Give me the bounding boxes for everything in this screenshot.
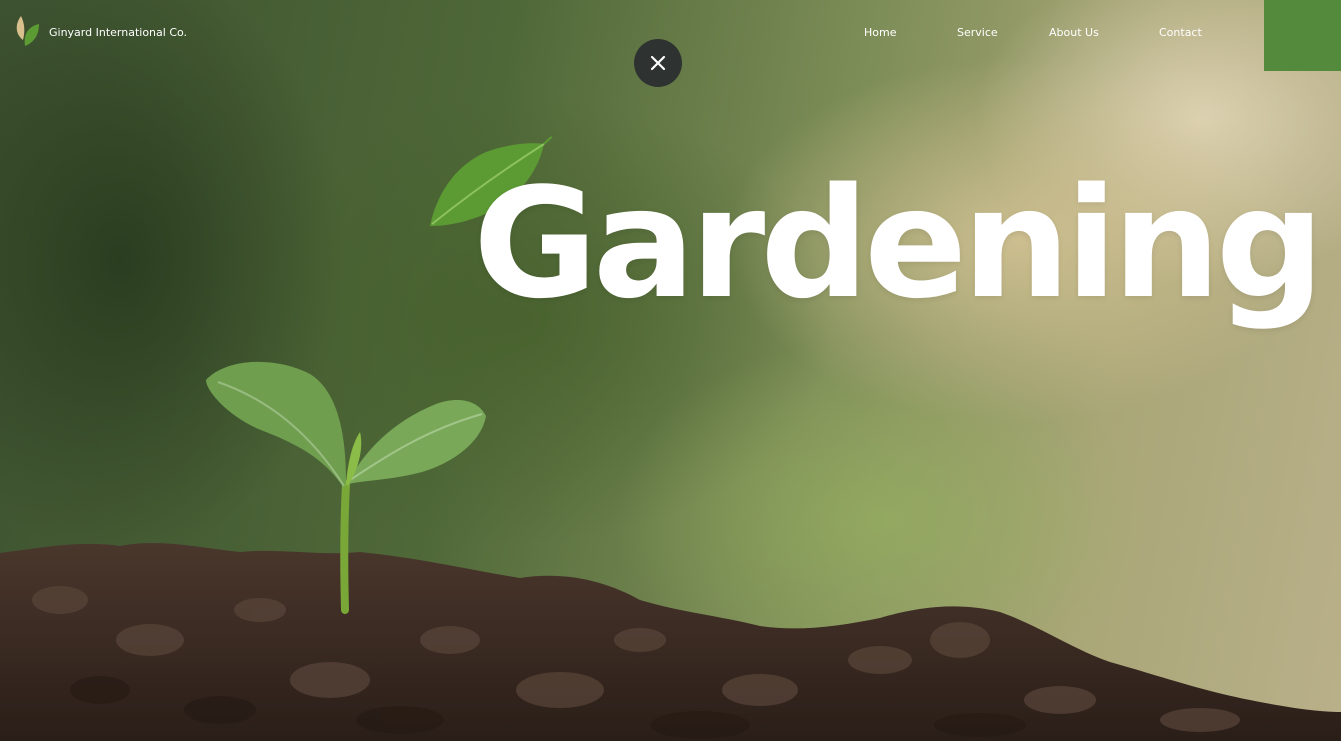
nav-link-about-us[interactable]: About Us [1049,26,1099,39]
hero-section: Ginyard International Co. Home Service A… [0,0,1341,741]
nav-link-home[interactable]: Home [864,26,896,39]
nav-link-contact[interactable]: Contact [1159,26,1202,39]
close-button[interactable] [634,39,682,87]
nav-link-service[interactable]: Service [957,26,998,39]
close-icon [650,55,666,71]
seedling-sprout-image [206,361,486,614]
hero-headline: Gardening [473,155,1325,332]
accent-corner-block [1264,0,1341,71]
